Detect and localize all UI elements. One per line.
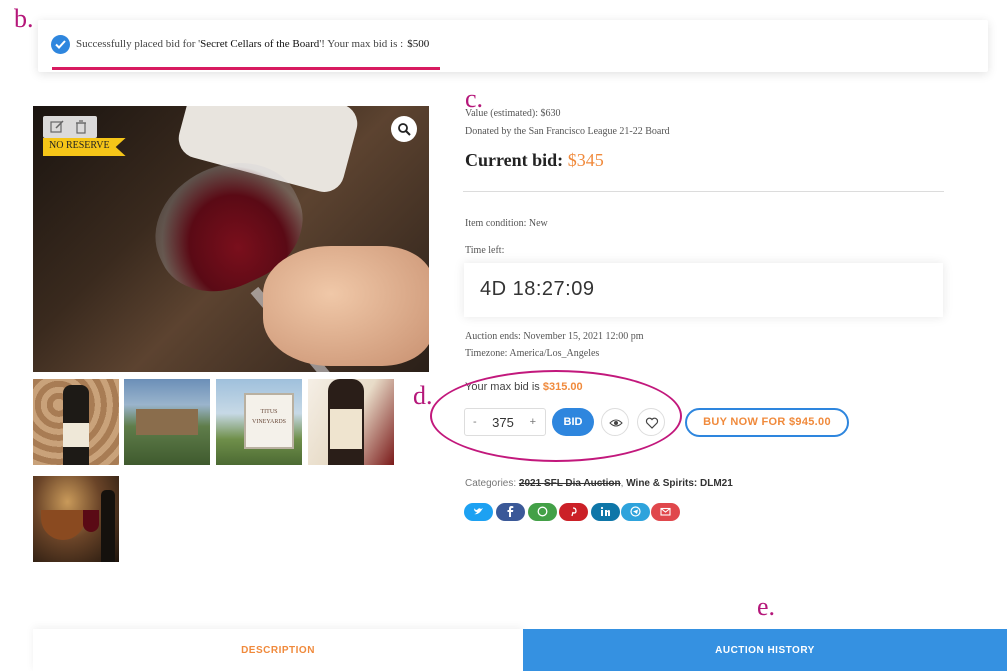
telegram-icon[interactable] [621, 503, 650, 521]
buy-now-button[interactable]: BUY NOW FOR $945.00 [685, 408, 849, 437]
annotation-e: e. [757, 592, 776, 621]
bid-success-notice: Successfully placed bid for 'Secret Cell… [38, 20, 988, 72]
whatsapp-icon[interactable] [528, 503, 557, 521]
thumb-wine-bottle[interactable] [308, 379, 394, 465]
linkedin-icon[interactable] [591, 503, 620, 521]
annotation-b: b. [14, 4, 34, 33]
categories: Categories: 2021 SFL Dia Auction, Wine &… [465, 478, 733, 489]
zoom-icon[interactable] [391, 116, 417, 142]
check-circle-icon [51, 35, 70, 54]
thumb-winery-building[interactable] [124, 379, 210, 465]
current-bid: Current bid: $345 [465, 150, 604, 170]
countdown-timer: 4D 18:27:09 [464, 263, 943, 317]
timezone: Timezone: America/Los_Angeles [465, 348, 600, 359]
thumb-titus-vineyards-sign[interactable]: TITUS VINEYARDS [216, 379, 302, 465]
notice-item-name: Secret Cellars of the Board [200, 38, 320, 50]
current-bid-value: $345 [567, 150, 604, 170]
tab-auction-history[interactable]: AUCTION HISTORY [523, 629, 1007, 671]
category-link[interactable]: 2021 SFL Dia Auction [519, 478, 621, 489]
main-product-image[interactable]: NO RESERVE [33, 106, 429, 372]
annotation-d: d. [413, 381, 433, 410]
annotation-ellipse [430, 370, 682, 462]
estimated-value: Value (estimated): $630 [465, 108, 561, 119]
time-left-label: Time left: [465, 245, 505, 256]
category-link[interactable]: Wine & Spirits: DLM21 [626, 478, 733, 489]
no-reserve-badge: NO RESERVE [43, 138, 126, 156]
item-condition: Item condition: New [465, 218, 548, 229]
donated-by: Donated by the San Francisco League 21-2… [465, 126, 670, 137]
notice-progress-bar [52, 67, 440, 70]
pinterest-icon[interactable] [559, 503, 588, 521]
thumb-wine-bottle-corks[interactable] [33, 379, 119, 465]
notice-amount: $500 [407, 38, 430, 50]
thumb-fondue-wine[interactable] [33, 476, 119, 562]
image-tools [43, 116, 97, 138]
facebook-icon[interactable] [496, 503, 525, 521]
tab-description[interactable]: DESCRIPTION [33, 629, 523, 671]
divider [463, 191, 944, 192]
notice-message: Successfully placed bid for 'Secret Cell… [76, 38, 430, 50]
trash-icon[interactable] [73, 119, 89, 135]
twitter-icon[interactable] [464, 503, 493, 521]
email-icon[interactable] [651, 503, 680, 521]
auction-ends: Auction ends: November 15, 2021 12:00 pm [465, 331, 644, 342]
time-left-value: 4D 18:27:09 [480, 278, 595, 300]
edit-icon[interactable] [49, 119, 65, 135]
